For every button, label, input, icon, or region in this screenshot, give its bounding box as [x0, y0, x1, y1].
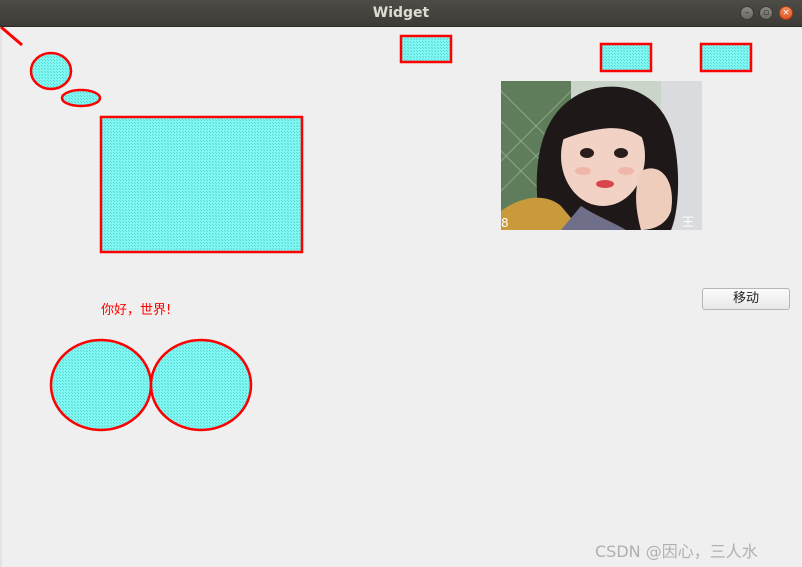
- hello-world-text: 你好，世界!: [101, 303, 172, 318]
- bottom-left-circle: [49, 338, 153, 432]
- diagonal-line: [0, 27, 23, 47]
- portrait-image: 8 王: [501, 81, 702, 230]
- close-icon[interactable]: ×: [779, 6, 793, 20]
- photo-portrait-icon: [501, 81, 702, 230]
- photo-overlay-left-text: 8: [501, 216, 509, 230]
- small-ellipse: [60, 88, 102, 108]
- photo-overlay-right-text: 王: [681, 215, 694, 229]
- minimize-icon[interactable]: –: [740, 6, 754, 20]
- window-title: Widget: [372, 5, 430, 21]
- maximize-icon[interactable]: ▫: [759, 6, 773, 20]
- move-button[interactable]: 移动: [702, 288, 790, 310]
- csdn-watermark: CSDN @因心，三人水: [595, 542, 758, 561]
- window-titlebar[interactable]: Widget – ▫ ×: [0, 0, 802, 27]
- top-right-rectangle-2: [699, 42, 753, 73]
- small-circle: [29, 51, 73, 91]
- top-center-rectangle: [399, 34, 453, 64]
- bottom-right-circle: [149, 338, 253, 432]
- top-right-rectangle-1: [599, 42, 653, 73]
- large-rectangle: [99, 115, 304, 254]
